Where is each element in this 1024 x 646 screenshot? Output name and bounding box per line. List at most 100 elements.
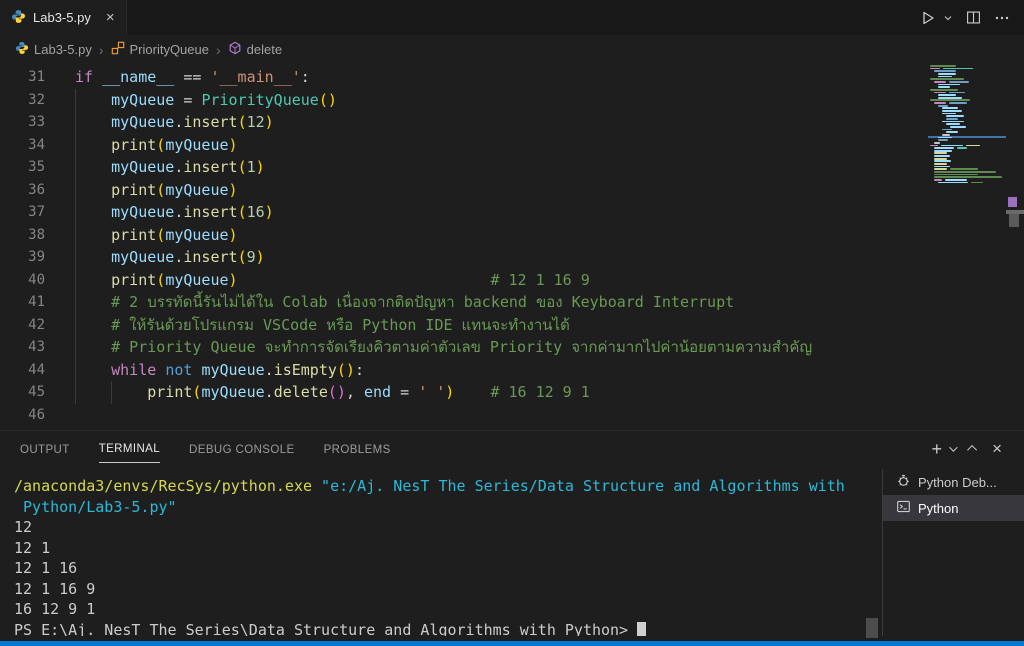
breadcrumb-method[interactable]: delete xyxy=(228,41,282,58)
minimap-line xyxy=(938,97,962,99)
minimap-line xyxy=(942,121,964,123)
python-icon xyxy=(15,41,29,58)
code-text: myQueue.insert(1) xyxy=(75,156,265,179)
code-line[interactable]: 35 myQueue.insert(1) xyxy=(0,156,928,179)
code-line[interactable]: 43 # Priority Queue จะทำการจัดเรียงคิวตา… xyxy=(0,336,928,359)
line-number[interactable]: 31 xyxy=(0,66,45,89)
more-actions-icon[interactable] xyxy=(994,10,1010,26)
scrollbar-handle[interactable] xyxy=(1009,214,1019,227)
code-line[interactable]: 40 print(myQueue) # 12 1 16 9 xyxy=(0,269,928,292)
panel-tab-problems[interactable]: PROBLEMS xyxy=(324,435,391,463)
minimap-line xyxy=(934,168,947,170)
code-line[interactable]: 42 # ให้รันด้วยโปรแกรม VSCode หรือ Pytho… xyxy=(0,314,928,337)
code-line[interactable]: 33 myQueue.insert(12) xyxy=(0,111,928,134)
terminal-line: Python/Lab3-5.py" xyxy=(14,497,882,518)
minimap-line xyxy=(942,129,952,131)
code-editor[interactable]: 31if __name__ == '__main__':32 myQueue =… xyxy=(0,64,1024,430)
code-line[interactable]: 32 myQueue = PriorityQueue() xyxy=(0,89,928,112)
terminal-list-item-python[interactable]: Python xyxy=(883,495,1024,521)
minimap-line xyxy=(934,160,951,162)
minimap-line xyxy=(938,137,952,139)
line-number[interactable]: 40 xyxy=(0,269,45,292)
terminal-output[interactable]: /anaconda3/envs/RecSys/python.exe "e:/Aj… xyxy=(0,466,882,636)
code-line[interactable]: 38 print(myQueue) xyxy=(0,224,928,247)
minimap-line xyxy=(938,182,968,184)
minimap-line xyxy=(942,110,962,112)
line-number[interactable]: 42 xyxy=(0,314,45,337)
bottom-panel: OUTPUTTERMINALDEBUG CONSOLEPROBLEMS + × … xyxy=(0,430,1024,641)
code-line[interactable]: 46 xyxy=(0,404,928,427)
terminal-line: /anaconda3/envs/RecSys/python.exe "e:/Aj… xyxy=(14,476,882,497)
code-line[interactable]: 34 print(myQueue) xyxy=(0,134,928,157)
minimap-line xyxy=(934,142,940,144)
minimap-line xyxy=(950,126,966,128)
minimap-line xyxy=(934,92,946,94)
editor-actions xyxy=(920,0,1010,35)
minimap-line xyxy=(946,131,958,133)
code-line[interactable]: 31if __name__ == '__main__': xyxy=(0,66,928,89)
line-number[interactable]: 44 xyxy=(0,359,45,382)
minimap[interactable] xyxy=(928,64,1006,430)
minimap-line xyxy=(950,168,978,170)
tab-lab3-5[interactable]: Lab3-5.py × xyxy=(0,0,127,35)
minimap-line xyxy=(938,76,952,78)
terminal-scrollbar[interactable] xyxy=(866,618,878,638)
breadcrumb-class[interactable]: PriorityQueue xyxy=(111,41,209,58)
code-area: 31if __name__ == '__main__':32 myQueue =… xyxy=(0,66,928,426)
tab-close-icon[interactable]: × xyxy=(106,9,115,26)
breadcrumb-class-label: PriorityQueue xyxy=(130,42,209,57)
maximize-panel-icon[interactable] xyxy=(967,445,977,455)
code-text: myQueue.insert(16) xyxy=(75,201,274,224)
code-line[interactable]: 41 # 2 บรรทัดนี้รันไม่ได้ใน Colab เนื่อง… xyxy=(0,291,928,314)
code-text: print(myQueue) # 12 1 16 9 xyxy=(75,269,590,292)
line-number[interactable]: 43 xyxy=(0,336,45,359)
editor-scrollbar[interactable] xyxy=(1006,64,1024,430)
tab-label: Lab3-5.py xyxy=(33,10,91,25)
terminal-dropdown-chevron-icon[interactable] xyxy=(949,443,957,451)
close-panel-icon[interactable]: × xyxy=(992,440,1002,457)
terminal-line: 16 12 9 1 xyxy=(14,599,882,620)
minimap-line xyxy=(934,152,947,154)
line-number[interactable]: 37 xyxy=(0,201,45,224)
code-line[interactable]: 45 print(myQueue.delete(), end = ' ') # … xyxy=(0,381,928,404)
panel-tab-output[interactable]: OUTPUT xyxy=(20,435,70,463)
breadcrumb-file-label: Lab3-5.py xyxy=(34,42,92,57)
panel-tab-debug-console[interactable]: DEBUG CONSOLE xyxy=(189,435,295,463)
class-icon xyxy=(111,41,125,58)
code-text: # Priority Queue จะทำการจัดเรียงคิวตามค่… xyxy=(75,336,812,359)
minimap-line xyxy=(938,86,950,88)
terminal-cursor xyxy=(637,622,646,637)
minimap-line xyxy=(930,78,964,80)
line-number[interactable]: 38 xyxy=(0,224,45,247)
method-icon xyxy=(228,41,242,58)
line-number[interactable]: 46 xyxy=(0,404,45,427)
line-number[interactable]: 34 xyxy=(0,134,45,157)
run-button[interactable] xyxy=(920,10,936,26)
split-editor-icon[interactable] xyxy=(966,10,981,25)
run-dropdown-chevron-icon[interactable] xyxy=(943,13,953,23)
minimap-line xyxy=(934,70,956,72)
minimap-line xyxy=(934,102,946,104)
new-terminal-icon[interactable]: + xyxy=(932,440,943,458)
panel-tab-terminal[interactable]: TERMINAL xyxy=(99,434,160,463)
line-number[interactable]: 36 xyxy=(0,179,45,202)
line-number[interactable]: 41 xyxy=(0,291,45,314)
code-text: myQueue.insert(9) xyxy=(75,246,265,269)
code-line[interactable]: 44 while not myQueue.isEmpty(): xyxy=(0,359,928,382)
minimap-line xyxy=(938,139,948,141)
breadcrumb-separator: › xyxy=(216,42,221,58)
code-line[interactable]: 39 myQueue.insert(9) xyxy=(0,246,928,269)
line-number[interactable]: 32 xyxy=(0,89,45,112)
minimap-line xyxy=(942,134,950,136)
line-number[interactable]: 39 xyxy=(0,246,45,269)
code-line[interactable]: 37 myQueue.insert(16) xyxy=(0,201,928,224)
terminal-list-item-python-deb-[interactable]: Python Deb... xyxy=(883,469,1024,495)
line-number[interactable]: 45 xyxy=(0,381,45,404)
breadcrumb-file[interactable]: Lab3-5.py xyxy=(15,41,92,58)
line-number[interactable]: 35 xyxy=(0,156,45,179)
code-line[interactable]: 36 print(myQueue) xyxy=(0,179,928,202)
code-text: print(myQueue) xyxy=(75,134,238,157)
breadcrumb-separator: › xyxy=(99,42,104,58)
overview-ruler-marker xyxy=(1008,197,1017,207)
line-number[interactable]: 33 xyxy=(0,111,45,134)
